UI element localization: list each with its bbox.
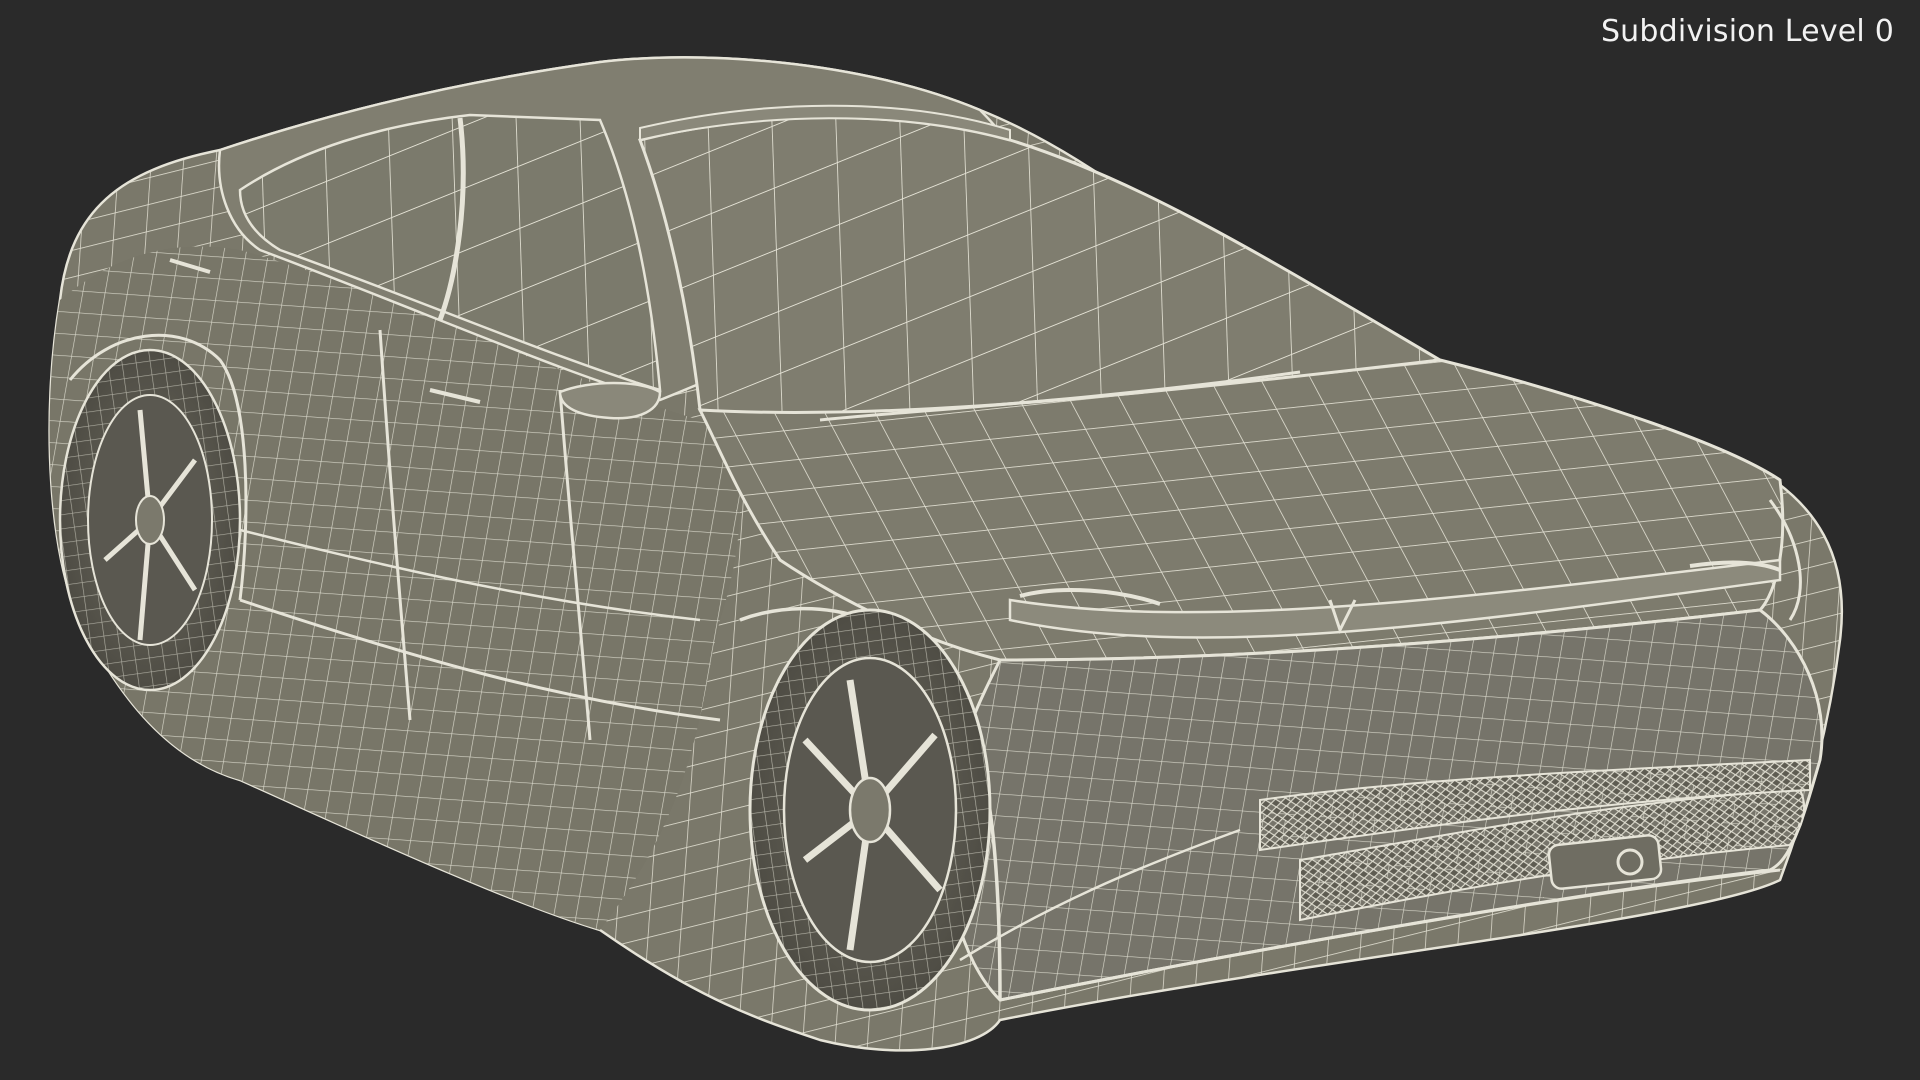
subdivision-level-label: Subdivision Level 0 bbox=[1600, 14, 1894, 49]
front-wheel bbox=[748, 608, 992, 1012]
3d-viewport[interactable]: Subdivision Level 0 bbox=[0, 0, 1920, 1080]
car-wireframe-render bbox=[48, 56, 1844, 1052]
rear-wheel bbox=[58, 348, 242, 692]
